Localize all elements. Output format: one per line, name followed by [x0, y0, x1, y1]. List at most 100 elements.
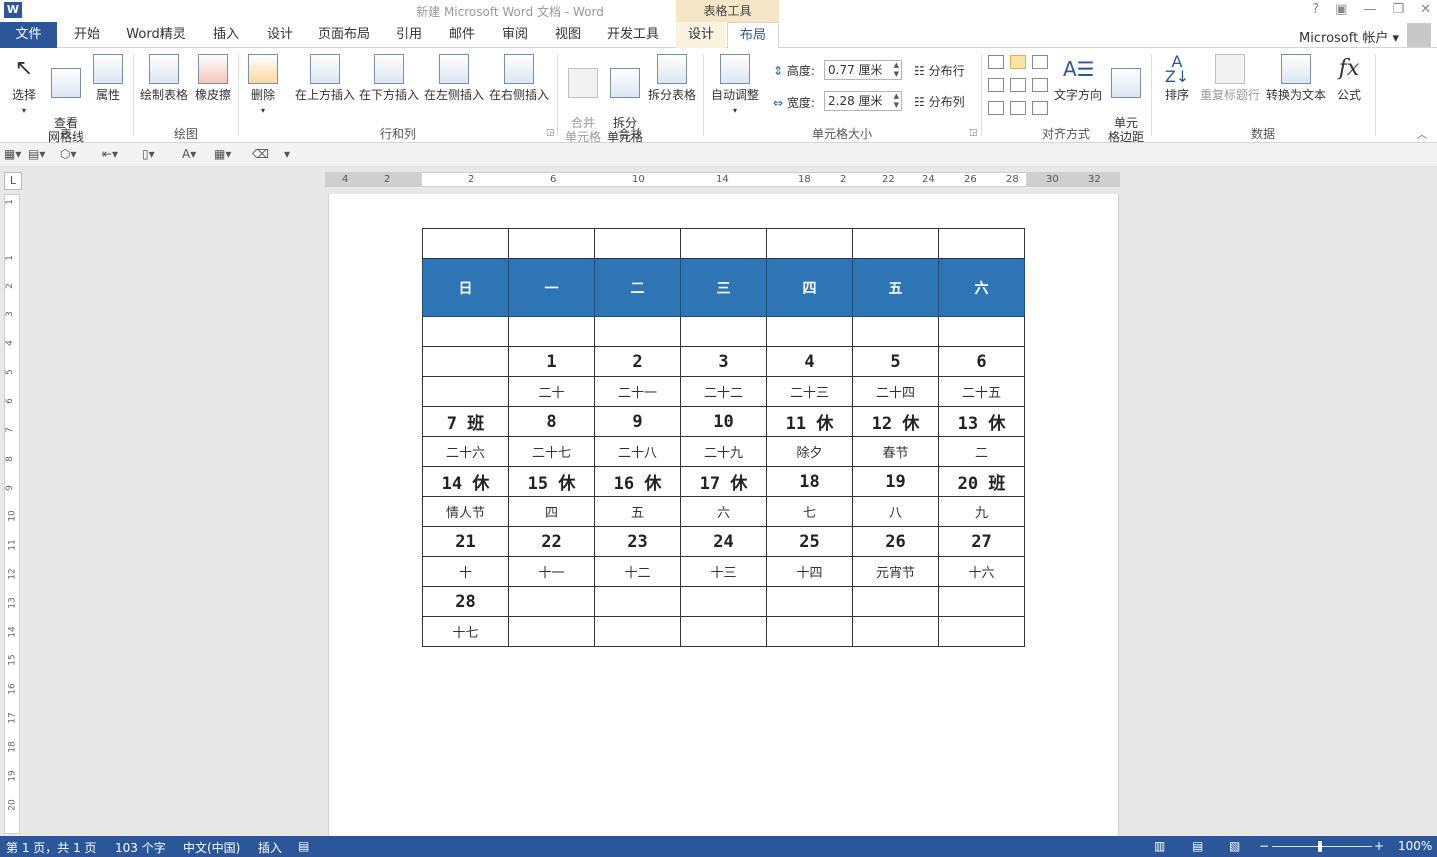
table-cell[interactable] — [680, 228, 767, 259]
align-top-left-icon[interactable] — [988, 55, 1004, 69]
lunar-cell[interactable] — [594, 616, 681, 647]
avatar[interactable] — [1407, 23, 1431, 47]
horizontal-ruler[interactable]: 4 2 2 6 10 14 18 2 22 24 26 28 30 32 — [325, 172, 1120, 187]
select-button[interactable]: ↖ 选择 ▾ — [8, 54, 40, 118]
date-cell[interactable]: 24 — [680, 526, 767, 557]
date-cell[interactable]: 9 — [594, 406, 681, 437]
lunar-cell[interactable]: 六 — [680, 496, 767, 527]
borders-icon[interactable]: ▦▾ — [214, 147, 231, 161]
insert-below-button[interactable]: 在下方插入 — [358, 54, 420, 102]
table-cell[interactable] — [594, 228, 681, 259]
lunar-cell[interactable]: 七 — [766, 496, 853, 527]
align-middle-left-icon[interactable] — [988, 78, 1004, 92]
date-cell[interactable]: 22 — [508, 526, 595, 557]
tab-file[interactable]: 文件 — [0, 22, 57, 48]
calendar-table[interactable]: 日 一 二 三 四 五 六 1 2 3 4 5 6 二十 二十一 二十二 二十三 二十四 二十五 7 班… — [422, 228, 1025, 647]
table-cell[interactable] — [422, 316, 509, 347]
date-cell[interactable]: 19 — [852, 466, 939, 497]
tab-design[interactable]: 设计 — [258, 22, 302, 48]
lunar-cell[interactable]: 二十 — [508, 376, 595, 407]
lunar-cell[interactable]: 四 — [508, 496, 595, 527]
table-cell[interactable] — [852, 228, 939, 259]
date-cell[interactable]: 7 班 — [422, 406, 509, 437]
repeat-header-rows-button[interactable]: 重复标题行 — [1198, 54, 1262, 102]
table-cell[interactable] — [422, 228, 509, 259]
lunar-cell[interactable]: 二十七 — [508, 436, 595, 467]
date-cell[interactable] — [594, 586, 681, 617]
width-input[interactable]: 2.28 厘米 ▲ ▼ — [824, 91, 902, 111]
weekday-header[interactable]: 五 — [852, 258, 939, 317]
date-cell[interactable]: 2 — [594, 346, 681, 377]
align-middle-right-icon[interactable] — [1032, 78, 1048, 92]
tab-word-elf[interactable]: Word精灵 — [120, 22, 192, 48]
width-spin-icon[interactable]: ▲ ▼ — [894, 92, 899, 110]
weekday-header[interactable]: 二 — [594, 258, 681, 317]
zoom-level[interactable]: 100% — [1398, 839, 1432, 853]
zoom-in-icon[interactable]: + — [1374, 839, 1384, 853]
close-icon[interactable]: ✕ — [1420, 2, 1431, 17]
table-cell[interactable] — [594, 316, 681, 347]
date-cell[interactable]: 25 — [766, 526, 853, 557]
lunar-cell[interactable]: 十三 — [680, 556, 767, 587]
date-cell[interactable]: 13 休 — [938, 406, 1025, 437]
language-indicator[interactable]: 中文(中国) — [183, 839, 240, 856]
autofit-button[interactable]: 自动调整 ▾ — [708, 54, 762, 118]
macro-record-icon[interactable]: ▤ — [298, 839, 309, 853]
table-cell[interactable] — [938, 228, 1025, 259]
date-cell[interactable]: 23 — [594, 526, 681, 557]
date-cell[interactable]: 6 — [938, 346, 1025, 377]
convert-to-text-button[interactable]: 转换为文本 — [1264, 54, 1328, 102]
lunar-cell[interactable]: 十一 — [508, 556, 595, 587]
date-cell[interactable]: 1 — [508, 346, 595, 377]
lunar-cell[interactable]: 情人节 — [422, 496, 509, 527]
align-top-right-icon[interactable] — [1032, 55, 1048, 69]
insert-mode[interactable]: 插入 — [258, 839, 282, 856]
date-cell[interactable]: 28 — [422, 586, 509, 617]
document-page[interactable]: 日 一 二 三 四 五 六 1 2 3 4 5 6 二十 二十一 二十二 二十三 二十四 二十五 7 班… — [328, 194, 1119, 836]
date-cell[interactable]: 14 休 — [422, 466, 509, 497]
insert-table-icon[interactable]: ▤▾ — [28, 147, 45, 161]
table-cell[interactable] — [766, 316, 853, 347]
date-cell[interactable]: 8 — [508, 406, 595, 437]
lunar-cell[interactable] — [680, 616, 767, 647]
align-bottom-left-icon[interactable] — [988, 101, 1004, 115]
lunar-cell[interactable]: 十二 — [594, 556, 681, 587]
align-bottom-center-icon[interactable] — [1010, 101, 1026, 115]
date-cell[interactable] — [766, 586, 853, 617]
lunar-cell[interactable]: 二十九 — [680, 436, 767, 467]
tab-developer[interactable]: 开发工具 — [599, 22, 667, 48]
lunar-cell[interactable]: 十 — [422, 556, 509, 587]
table-cell[interactable] — [766, 228, 853, 259]
date-cell[interactable]: 20 班 — [938, 466, 1025, 497]
align-middle-center-icon[interactable] — [1010, 78, 1026, 92]
restore-icon[interactable]: ❐ — [1392, 2, 1404, 17]
tab-selector-icon[interactable]: L — [4, 172, 22, 190]
lunar-cell[interactable]: 十六 — [938, 556, 1025, 587]
draw-table-button[interactable]: 绘制表格 — [138, 54, 190, 102]
account-menu[interactable]: Microsoft 帐户 ▾ — [1299, 27, 1399, 46]
date-cell[interactable] — [938, 586, 1025, 617]
lunar-cell[interactable] — [852, 616, 939, 647]
lunar-cell[interactable]: 春节 — [852, 436, 939, 467]
weekday-header[interactable]: 六 — [938, 258, 1025, 317]
lunar-cell[interactable]: 九 — [938, 496, 1025, 527]
lunar-cell[interactable]: 十七 — [422, 616, 509, 647]
minimize-icon[interactable]: — — [1363, 2, 1376, 17]
height-spin-icon[interactable]: ▲ ▼ — [894, 61, 899, 79]
weekday-header[interactable]: 一 — [508, 258, 595, 317]
word-count[interactable]: 103 个字 — [115, 839, 166, 856]
cell-size-launcher-icon[interactable]: ◲ — [969, 128, 978, 138]
lunar-cell[interactable]: 元宵节 — [852, 556, 939, 587]
table-cell[interactable] — [938, 316, 1025, 347]
date-cell[interactable]: 3 — [680, 346, 767, 377]
weekday-header[interactable]: 四 — [766, 258, 853, 317]
tab-insert[interactable]: 插入 — [204, 22, 248, 48]
date-cell[interactable]: 4 — [766, 346, 853, 377]
insert-above-button[interactable]: 在上方插入 — [294, 54, 356, 102]
table-cell[interactable] — [852, 316, 939, 347]
zoom-slider[interactable] — [1272, 846, 1372, 847]
ribbon-display-icon[interactable]: ▣ — [1335, 2, 1347, 17]
date-cell[interactable]: 26 — [852, 526, 939, 557]
properties-button[interactable]: 属性 — [92, 54, 124, 102]
lunar-cell[interactable]: 二十六 — [422, 436, 509, 467]
